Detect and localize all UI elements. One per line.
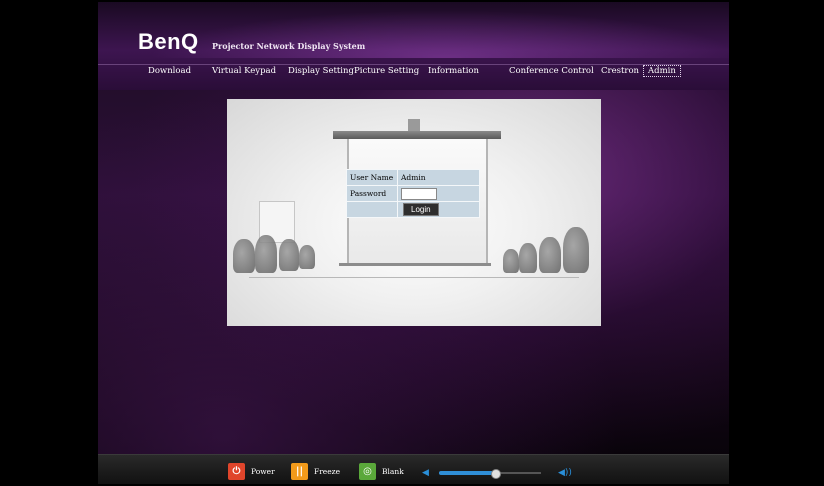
- nav-display-setting[interactable]: Display Setting: [288, 66, 354, 76]
- power-label: Power: [251, 467, 275, 476]
- volume-up-icon[interactable]: ◀)): [558, 468, 572, 478]
- chair-graphic: [233, 239, 255, 273]
- empty-cell: [347, 202, 397, 217]
- freeze-control[interactable]: || Freeze: [291, 463, 340, 480]
- screen-housing-graphic: [333, 131, 501, 139]
- chair-graphic: [299, 245, 315, 269]
- nav-information[interactable]: Information: [428, 66, 479, 76]
- chair-graphic: [563, 227, 589, 273]
- login-button-cell: Login: [398, 202, 479, 217]
- chair-graphic: [255, 235, 277, 273]
- nav-conference-control[interactable]: Conference Control: [509, 66, 594, 76]
- nav-admin[interactable]: Admin: [643, 65, 681, 77]
- benq-logo: BenQ: [138, 29, 199, 54]
- nav-virtual-keypad[interactable]: Virtual Keypad: [212, 66, 276, 76]
- freeze-label: Freeze: [314, 467, 341, 476]
- blank-control[interactable]: ◎ Blank: [359, 463, 404, 480]
- page-frame: BenQ Projector Network Display System Do…: [98, 2, 729, 484]
- volume-slider-knob[interactable]: [491, 469, 502, 479]
- chair-graphic: [279, 239, 299, 271]
- volume-slider[interactable]: [439, 469, 541, 479]
- nav-crestron[interactable]: Crestron: [601, 66, 639, 76]
- system-title: Projector Network Display System: [212, 41, 366, 51]
- volume-slider-fill: [439, 471, 496, 475]
- chair-graphic: [519, 243, 537, 273]
- login-panel: User Name Admin Password Login: [227, 99, 601, 326]
- volume-down-icon[interactable]: ◀: [422, 468, 429, 478]
- username-value: Admin: [398, 170, 479, 185]
- username-label: User Name: [347, 170, 397, 185]
- nav-download[interactable]: Download: [148, 66, 191, 76]
- nav-divider: [98, 64, 729, 65]
- table-graphic: [249, 277, 579, 278]
- header: BenQ Projector Network Display System Do…: [98, 2, 729, 90]
- screen-bar-graphic: [339, 263, 491, 266]
- power-control[interactable]: ⏻ Power: [228, 463, 275, 480]
- blank-label: Blank: [382, 467, 404, 476]
- chair-graphic: [539, 237, 561, 273]
- blank-icon[interactable]: ◎: [359, 463, 376, 480]
- nav-picture-setting[interactable]: Picture Setting: [354, 66, 419, 76]
- login-button[interactable]: Login: [403, 203, 439, 216]
- power-icon[interactable]: ⏻: [228, 463, 245, 480]
- pause-icon[interactable]: ||: [291, 463, 308, 480]
- login-form: User Name Admin Password Login: [346, 169, 480, 218]
- control-bar: ⏻ Power || Freeze ◎ Blank ◀ ◀)): [98, 454, 729, 484]
- password-input[interactable]: [401, 187, 437, 200]
- password-label: Password: [347, 186, 397, 201]
- password-cell: [398, 186, 479, 201]
- chair-graphic: [503, 249, 519, 273]
- main-nav: Download Virtual Keypad Display Setting …: [98, 65, 729, 80]
